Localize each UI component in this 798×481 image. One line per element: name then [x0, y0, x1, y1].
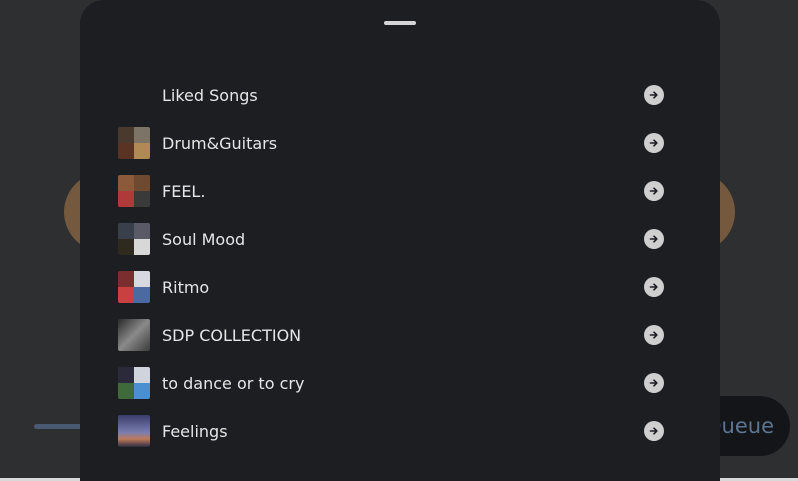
- playlist-name: to dance or to cry: [162, 373, 305, 393]
- playlist-row[interactable]: to dance or to cry: [80, 359, 720, 407]
- playlist-name: Soul Mood: [162, 229, 246, 249]
- playlist-name: Drum&Guitars: [162, 133, 278, 153]
- arrow-right-circle-icon[interactable]: [644, 373, 664, 393]
- playlist-row[interactable]: SDP COLLECTION: [80, 311, 720, 359]
- playlist-row[interactable]: Ritmo: [80, 263, 720, 311]
- playlist-list: Liked Songs Drum&Guitars FEEL. Soul Mood Rit…: [80, 71, 720, 455]
- arrow-right-circle-icon[interactable]: [644, 277, 664, 297]
- playlist-cover: [118, 367, 150, 399]
- playlist-row[interactable]: Liked Songs: [80, 71, 720, 119]
- drag-handle[interactable]: [384, 21, 416, 25]
- arrow-right-circle-icon[interactable]: [644, 421, 664, 441]
- playlist-cover: [118, 319, 150, 351]
- arrow-right-circle-icon[interactable]: [644, 325, 664, 345]
- arrow-right-circle-icon[interactable]: [644, 229, 664, 249]
- playlist-name: Liked Songs: [162, 85, 258, 105]
- playlist-row[interactable]: Drum&Guitars: [80, 119, 720, 167]
- playlist-cover: [118, 271, 150, 303]
- playlist-cover: [118, 415, 150, 447]
- playlist-cover: [118, 223, 150, 255]
- playlist-cover: [118, 175, 150, 207]
- playlist-name: Feelings: [162, 421, 228, 441]
- playlist-name: Ritmo: [162, 277, 210, 297]
- arrow-right-circle-icon[interactable]: [644, 85, 664, 105]
- playlist-row[interactable]: Soul Mood: [80, 215, 720, 263]
- playlist-name: SDP COLLECTION: [162, 325, 302, 345]
- playlist-row[interactable]: Feelings: [80, 407, 720, 455]
- playlist-name: FEEL.: [162, 181, 206, 201]
- playlist-bottom-sheet: Liked Songs Drum&Guitars FEEL. Soul Mood Rit…: [80, 0, 720, 481]
- arrow-right-circle-icon[interactable]: [644, 133, 664, 153]
- playlist-cover: [118, 127, 150, 159]
- arrow-right-circle-icon[interactable]: [644, 181, 664, 201]
- playlist-row[interactable]: FEEL.: [80, 167, 720, 215]
